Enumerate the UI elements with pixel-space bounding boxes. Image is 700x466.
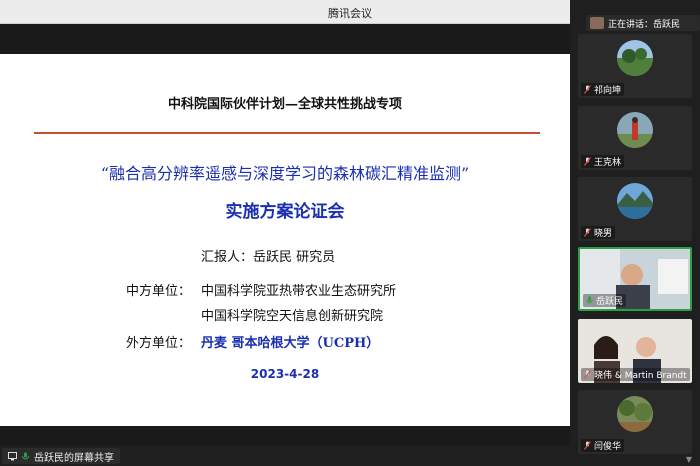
scroll-down-icon[interactable]: ▼ xyxy=(684,455,694,464)
participant-name: 晓男 xyxy=(594,229,613,239)
participant-tile[interactable]: 王克林 xyxy=(578,106,692,170)
speaking-prefix: 正在讲话： xyxy=(608,19,654,30)
slide-cn-unit-1: 中国科学院亚热带农业生态研究所 xyxy=(201,284,397,299)
speaker-avatar xyxy=(590,17,604,29)
slide-cn-unit-2: 中国科学院空天信息创新研究院 xyxy=(201,309,384,324)
participant-name: 岳跃民 xyxy=(596,297,624,307)
screen-share-chip[interactable]: 岳跃民的屏幕共享 xyxy=(2,448,120,464)
participant-label: 王克林 xyxy=(581,155,625,168)
participant-label: 祁向坤 xyxy=(581,83,625,96)
mic-muted-icon xyxy=(584,157,591,166)
mic-muted-icon xyxy=(584,228,591,237)
participant-tile-active[interactable]: 岳跃民 xyxy=(578,247,692,311)
participant-tile[interactable]: 晓男 xyxy=(578,177,692,241)
participant-label: 晓男 xyxy=(581,226,616,239)
bottom-bar: 岳跃民的屏幕共享 xyxy=(0,446,570,466)
screen-share-label: 岳跃民的屏幕共享 xyxy=(34,452,114,464)
lake-avatar-icon xyxy=(617,183,653,219)
participant-name: 祁向坤 xyxy=(594,86,622,96)
slide-reporter: 汇报人：岳跃民 研究员 xyxy=(201,250,336,265)
slide-divider xyxy=(34,132,540,134)
participant-label: 岳跃民 xyxy=(583,294,627,307)
speaking-name: 岳跃民 xyxy=(653,19,681,30)
mic-muted-icon xyxy=(584,370,591,379)
participant-tile[interactable]: 闫俊华 xyxy=(578,390,692,454)
slide-subtitle: 中科院国际伙伴计划—全球共性挑战专项 xyxy=(167,97,402,112)
participant-tile[interactable]: 祁向坤 xyxy=(578,34,692,98)
participant-name: 王克林 xyxy=(594,158,622,168)
participant-name: 晓伟 & Martin Brandt xyxy=(594,371,687,381)
mic-icon xyxy=(21,452,30,461)
screen-share-icon xyxy=(8,451,17,461)
mic-muted-icon xyxy=(584,441,591,450)
slide-title-line1: “融合高分辨率遥感与深度学习的森林碳汇精准监测” xyxy=(100,164,470,183)
slide-foreign-label: 外方单位： xyxy=(126,336,192,351)
slide-cn-units-label: 中方单位： xyxy=(126,284,192,299)
slide-date: 2023-4-28 xyxy=(250,367,320,381)
participant-name: 闫俊华 xyxy=(594,442,622,452)
participant-tile[interactable]: 晓伟 & Martin Brandt xyxy=(578,319,692,383)
mic-muted-icon xyxy=(584,85,591,94)
participant-label: 晓伟 & Martin Brandt xyxy=(581,368,690,381)
landscape-avatar-icon xyxy=(617,40,653,76)
slide-title-line2: 实施方案论证会 xyxy=(225,202,345,222)
person-avatar-icon xyxy=(617,112,653,148)
slide-foreign-unit: 丹麦 哥本哈根大学（UCPH） xyxy=(201,336,380,351)
forest-avatar-icon xyxy=(617,396,653,432)
speaking-indicator: 正在讲话： 岳跃民 xyxy=(586,15,700,31)
shared-screen-stage xyxy=(0,24,570,466)
mic-active-icon xyxy=(586,296,593,305)
participant-label: 闫俊华 xyxy=(581,439,625,452)
